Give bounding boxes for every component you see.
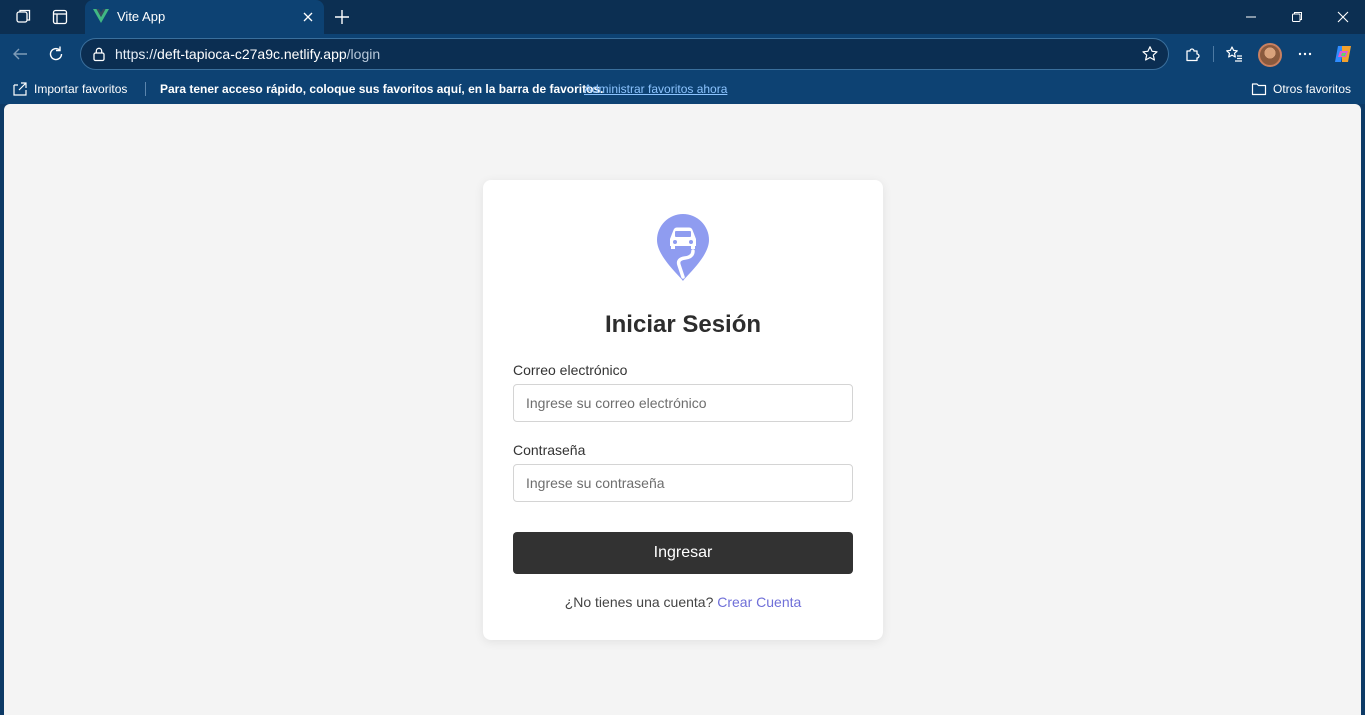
tab-vite-app[interactable]: Vite App	[85, 0, 324, 34]
car-location-pin-icon	[657, 214, 709, 281]
close-icon	[1337, 11, 1349, 23]
back-button[interactable]	[8, 42, 32, 66]
other-favorites-button[interactable]: Otros favoritos	[1251, 81, 1351, 97]
favorites-button[interactable]	[1222, 42, 1246, 66]
url-scheme: https://	[115, 46, 158, 62]
refresh-button[interactable]	[44, 42, 68, 66]
puzzle-icon	[1186, 48, 1200, 62]
favorites-message: Para tener acceso rápido, coloque sus fa…	[160, 82, 604, 96]
more-horizontal-icon	[1298, 52, 1312, 56]
favorites-list-icon	[1226, 46, 1242, 62]
login-button[interactable]: Ingresar	[513, 532, 853, 574]
copilot-button[interactable]	[1331, 42, 1355, 66]
new-tab-icon[interactable]	[331, 6, 353, 28]
profile-avatar[interactable]	[1258, 43, 1282, 67]
import-favorites-button[interactable]: Importar favoritos	[12, 81, 127, 97]
vue-logo-icon	[93, 9, 109, 23]
favorites-divider	[145, 82, 146, 96]
minimize-icon	[1246, 16, 1256, 18]
minimize-button[interactable]	[1241, 7, 1261, 27]
workspaces-icon	[16, 9, 31, 23]
favorites-bar: Importar favoritos Para tener acceso ráp…	[0, 74, 1365, 104]
page-title: Iniciar Sesión	[604, 311, 762, 338]
tab-actions-button[interactable]	[46, 4, 74, 30]
lock-icon[interactable]	[91, 46, 107, 62]
tab-title: Vite App	[117, 9, 166, 24]
toolbar-divider	[1213, 46, 1214, 62]
back-arrow-icon	[13, 48, 27, 60]
settings-menu-button[interactable]	[1293, 42, 1317, 66]
password-input[interactable]	[513, 464, 853, 502]
page-viewport: Iniciar Sesión Correo electrónico Contra…	[4, 104, 1361, 715]
url-path: /login	[346, 46, 381, 62]
other-favorites-label: Otros favoritos	[1273, 82, 1352, 96]
tab-actions-icon	[52, 9, 68, 25]
workspaces-button[interactable]	[10, 4, 38, 30]
url-text: https://deft-tapioca-c27a9c.netlify.app/…	[115, 46, 380, 62]
password-label: Contraseña	[513, 442, 586, 458]
address-bar[interactable]: https://deft-tapioca-c27a9c.netlify.app/…	[80, 38, 1169, 70]
folder-icon	[1251, 83, 1267, 96]
refresh-icon	[49, 46, 63, 61]
url-host: deft-tapioca-c27a9c.netlify.app	[157, 46, 347, 62]
favorite-star-icon[interactable]	[1141, 45, 1159, 63]
browser-navbar: https://deft-tapioca-c27a9c.netlify.app/…	[0, 34, 1365, 74]
email-label: Correo electrónico	[513, 362, 628, 378]
tab-close-icon[interactable]	[300, 9, 316, 25]
signup-prompt-text: ¿No tienes una cuenta?	[564, 594, 714, 610]
close-window-button[interactable]	[1333, 7, 1353, 27]
import-icon	[13, 82, 27, 96]
login-card: Iniciar Sesión Correo electrónico Contra…	[483, 180, 883, 640]
extensions-button[interactable]	[1181, 42, 1205, 66]
create-account-link[interactable]: Crear Cuenta	[717, 594, 801, 610]
email-input[interactable]	[513, 384, 853, 422]
copilot-icon	[1335, 46, 1351, 62]
import-favorites-label: Importar favoritos	[34, 82, 128, 96]
restore-button[interactable]	[1287, 7, 1307, 27]
signup-prompt: ¿No tienes una cuenta? Crear Cuenta	[483, 594, 883, 610]
browser-titlebar: Vite App	[0, 0, 1365, 34]
manage-favorites-link[interactable]: Administrar favoritos ahora	[584, 82, 727, 96]
restore-icon	[1292, 12, 1302, 22]
